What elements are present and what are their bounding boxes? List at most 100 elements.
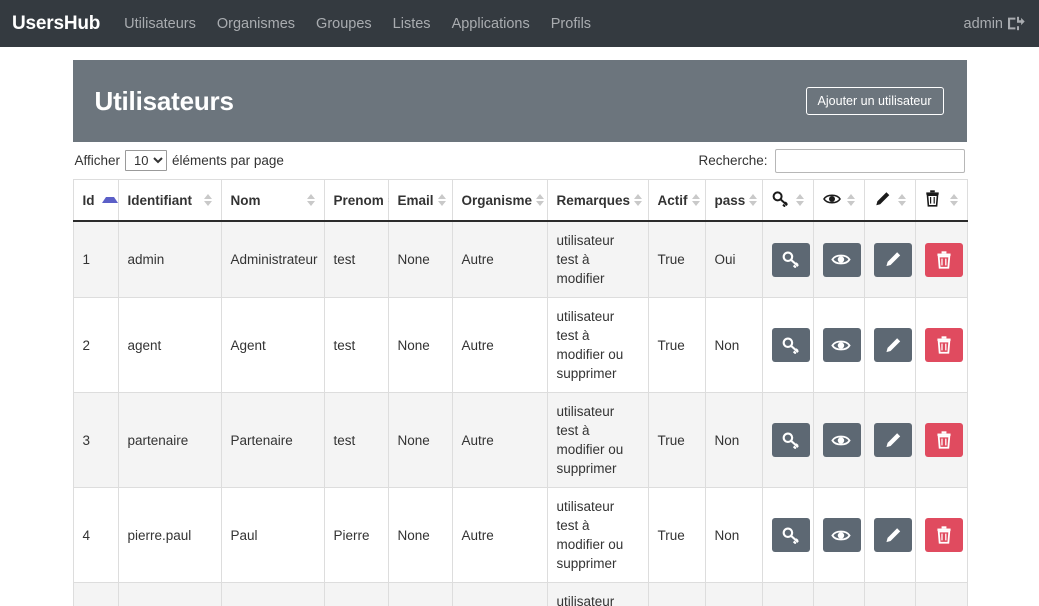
column-header-delete-action[interactable]	[915, 180, 967, 222]
column-header-organisme[interactable]: Organisme	[452, 180, 547, 222]
column-header-identifiant[interactable]: Identifiant	[118, 180, 221, 222]
cell-actif: True	[648, 298, 705, 393]
cell-edit-action	[864, 488, 915, 583]
cell-nom: Agent	[221, 298, 324, 393]
delete-button[interactable]	[925, 243, 963, 277]
view-button[interactable]	[823, 518, 861, 552]
cell-view-action	[813, 298, 864, 393]
column-header-remarques[interactable]: Remarques	[547, 180, 648, 222]
delete-button[interactable]	[925, 423, 963, 457]
sort-both-icon	[898, 194, 906, 206]
nav-link-listes[interactable]: Listes	[393, 16, 431, 32]
cell-nom: Partenaire	[221, 393, 324, 488]
edit-button[interactable]	[874, 328, 912, 362]
cell-id: 2	[73, 298, 118, 393]
cell-pass: Non	[705, 583, 762, 606]
nav-link-organismes[interactable]: Organismes	[217, 16, 295, 32]
eye-icon	[823, 192, 842, 209]
edit-button[interactable]	[874, 423, 912, 457]
page-length-select[interactable]: 10 25 50 100	[125, 150, 167, 171]
column-header-nom[interactable]: Nom	[221, 180, 324, 222]
table-controls: Afficher 10 25 50 100 éléments par page …	[73, 142, 967, 179]
sort-both-icon	[692, 194, 700, 206]
view-button[interactable]	[823, 243, 861, 277]
column-label-pass: pass	[715, 193, 746, 208]
brand-logo[interactable]: UsersHub	[12, 13, 100, 35]
sort-both-icon	[204, 194, 212, 206]
page-length-prefix-label: Afficher	[75, 153, 121, 168]
password-button[interactable]	[772, 243, 810, 277]
nav-link-groupes[interactable]: Groupes	[316, 16, 372, 32]
navbar: UsersHub Utilisateurs Organismes Groupes…	[0, 0, 1039, 47]
cell-remarques: utilisateur test à modifier ou supprimer	[547, 583, 648, 606]
column-header-prenom[interactable]: Prenom	[324, 180, 388, 222]
sort-ascending-icon	[102, 197, 118, 203]
password-button[interactable]	[772, 518, 810, 552]
cell-actif: True	[648, 583, 705, 606]
table-row[interactable]: 1 admin Administrateur test None Autre u…	[73, 221, 967, 298]
cell-email: None	[388, 583, 452, 606]
cell-identifiant: validateur	[118, 583, 221, 606]
sort-both-icon	[438, 194, 446, 206]
cell-email: None	[388, 221, 452, 298]
trash-icon	[925, 190, 940, 210]
password-button[interactable]	[772, 328, 810, 362]
nav-link-profils[interactable]: Profils	[551, 16, 591, 32]
page-length-control: Afficher 10 25 50 100 éléments par page	[75, 150, 284, 171]
cell-remarques: utilisateur test à modifier ou supprimer	[547, 393, 648, 488]
cell-delete-action	[915, 488, 967, 583]
column-header-view-action[interactable]	[813, 180, 864, 222]
edit-button[interactable]	[874, 518, 912, 552]
cell-id: 1	[73, 221, 118, 298]
cell-password-action	[762, 221, 813, 298]
cell-delete-action	[915, 583, 967, 606]
cell-edit-action	[864, 393, 915, 488]
cell-edit-action	[864, 298, 915, 393]
table-header-row: Id Identifiant Nom	[73, 180, 967, 222]
cell-edit-action	[864, 583, 915, 606]
column-label-identifiant: Identifiant	[128, 193, 193, 208]
column-header-password-action[interactable]	[762, 180, 813, 222]
nav-link-applications[interactable]: Applications	[452, 16, 530, 32]
search-input[interactable]	[775, 149, 965, 173]
cell-actif: True	[648, 488, 705, 583]
cell-prenom: test	[324, 583, 388, 606]
table-head: Id Identifiant Nom	[73, 180, 967, 222]
edit-button[interactable]	[874, 243, 912, 277]
table-row[interactable]: 2 agent Agent test None Autre utilisateu…	[73, 298, 967, 393]
key-icon	[772, 191, 789, 210]
column-header-actif[interactable]: Actif	[648, 180, 705, 222]
cell-organisme: Autre	[452, 393, 547, 488]
nav-links: Utilisateurs Organismes Groupes Listes A…	[124, 16, 591, 32]
table-row[interactable]: 4 pierre.paul Paul Pierre None Autre uti…	[73, 488, 967, 583]
column-header-pass[interactable]: pass	[705, 180, 762, 222]
delete-button[interactable]	[925, 328, 963, 362]
username-label: admin	[964, 16, 1004, 32]
sort-both-icon	[847, 194, 855, 206]
delete-button[interactable]	[925, 518, 963, 552]
password-button[interactable]	[772, 423, 810, 457]
table-row[interactable]: 5 validateur Validateur test None Autre …	[73, 583, 967, 606]
column-header-id[interactable]: Id	[73, 180, 118, 222]
page-length-suffix-label: éléments par page	[172, 153, 284, 168]
view-button[interactable]	[823, 328, 861, 362]
nav-link-utilisateurs[interactable]: Utilisateurs	[124, 16, 196, 32]
cell-organisme: Autre	[452, 583, 547, 606]
column-header-edit-action[interactable]	[864, 180, 915, 222]
app-page: UsersHub Utilisateurs Organismes Groupes…	[0, 0, 1039, 606]
sort-both-icon	[536, 194, 544, 206]
view-button[interactable]	[823, 423, 861, 457]
cell-organisme: Autre	[452, 488, 547, 583]
column-label-actif: Actif	[658, 193, 688, 208]
user-menu[interactable]: admin	[964, 16, 1026, 32]
cell-nom: Paul	[221, 488, 324, 583]
pencil-icon	[874, 191, 891, 210]
cell-prenom: test	[324, 298, 388, 393]
sign-out-icon[interactable]	[1008, 16, 1025, 31]
table-row[interactable]: 3 partenaire Partenaire test None Autre …	[73, 393, 967, 488]
sort-both-icon	[634, 194, 642, 206]
cell-view-action	[813, 488, 864, 583]
cell-pass: Non	[705, 298, 762, 393]
add-user-button[interactable]: Ajouter un utilisateur	[806, 87, 944, 115]
column-header-email[interactable]: Email	[388, 180, 452, 222]
